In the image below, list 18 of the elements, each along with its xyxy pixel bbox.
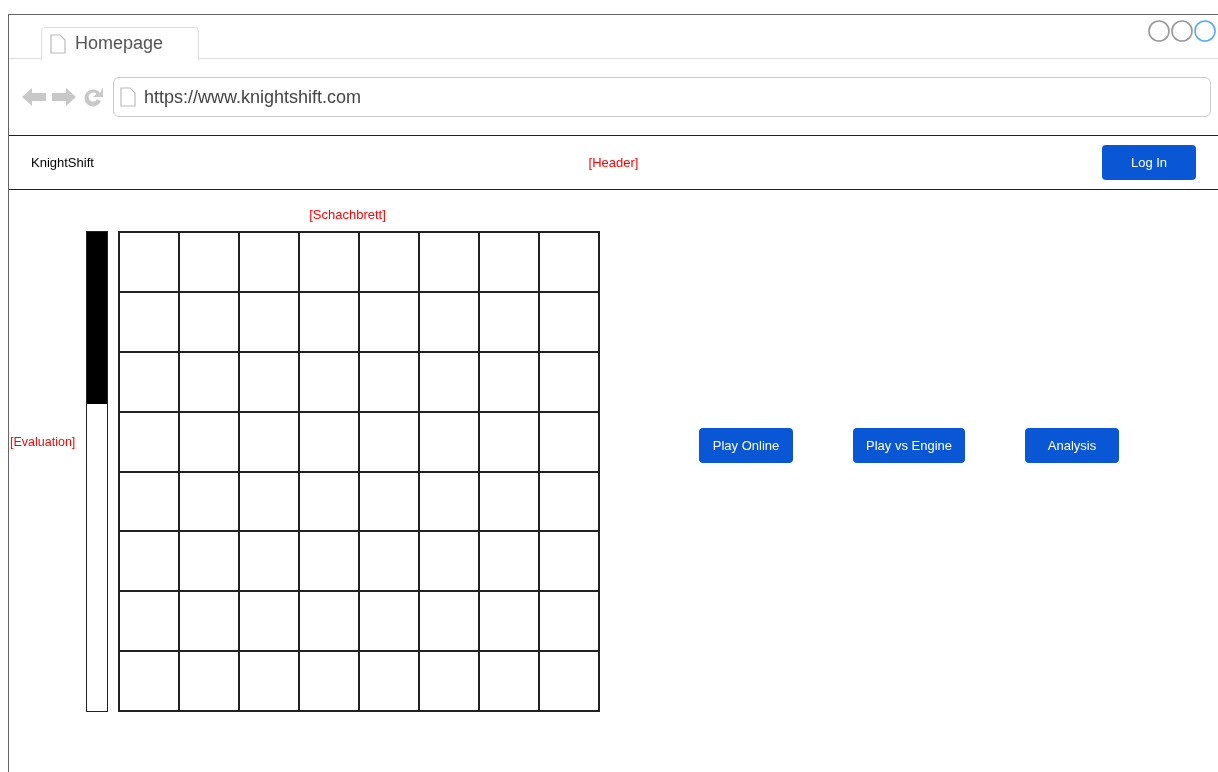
chess-board[interactable]	[118, 231, 600, 712]
site-logo[interactable]: KnightShift	[31, 155, 589, 170]
action-button[interactable]: Play Online	[699, 428, 793, 463]
window-control-icon[interactable]	[1148, 20, 1170, 42]
address-field[interactable]: https://www.knightshift.com	[113, 77, 1211, 117]
header-annotation: [Header]	[588, 155, 639, 170]
evaluation-annotation: [Evaluation]	[10, 435, 77, 449]
page-icon	[50, 33, 66, 54]
board-annotation: [Schachbrett]	[309, 207, 386, 222]
action-button[interactable]: Analysis	[1025, 428, 1119, 463]
forward-icon[interactable]	[51, 86, 77, 108]
window-control-icon[interactable]	[1194, 20, 1216, 42]
back-icon[interactable]	[21, 86, 47, 108]
action-button[interactable]: Play vs Engine	[853, 428, 965, 463]
login-button[interactable]: Log In	[1102, 145, 1196, 180]
browser-tab[interactable]: Homepage	[41, 26, 199, 60]
window-control-icon[interactable]	[1171, 20, 1193, 42]
page-icon	[120, 87, 136, 107]
